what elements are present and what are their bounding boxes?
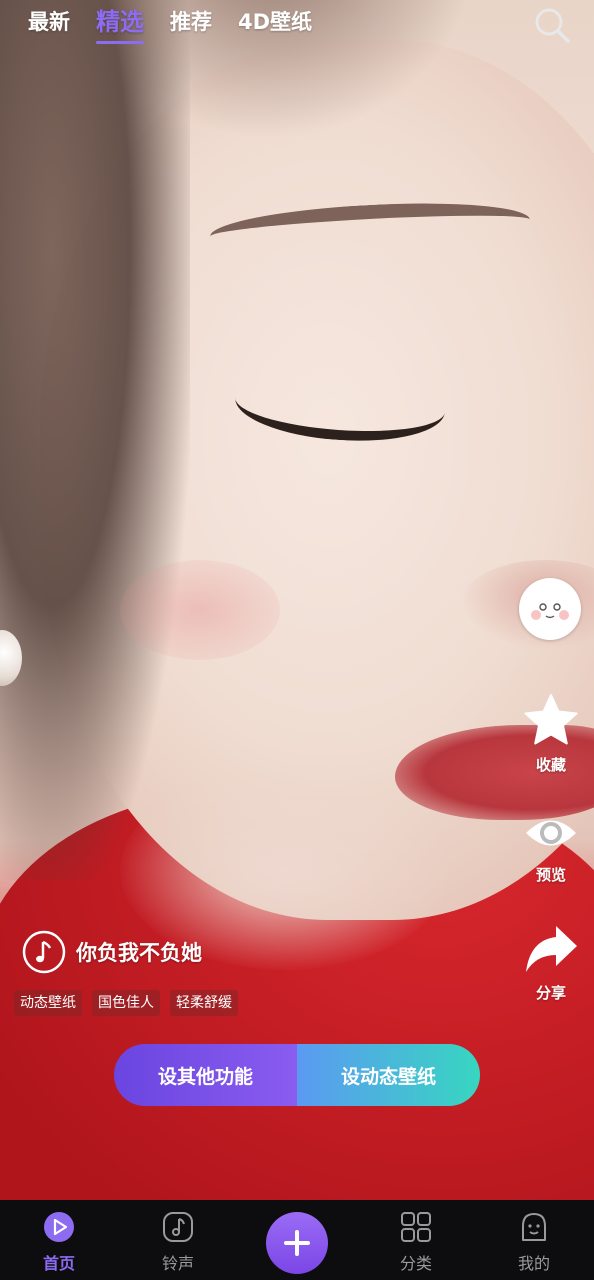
profile-icon: [522, 1213, 546, 1241]
tag-list: 动态壁纸 国色佳人 轻柔舒缓: [14, 990, 238, 1016]
set-wallpaper-button-group: 设其他功能 设动态壁纸: [114, 1044, 480, 1106]
play-home-icon: [44, 1212, 74, 1242]
set-live-wallpaper-button[interactable]: 设动态壁纸: [297, 1044, 480, 1106]
wallpaper-cheek: [120, 560, 280, 660]
nav-ringtone-label: 铃声: [161, 1254, 194, 1273]
music-note-icon: [163, 1212, 193, 1242]
music-info[interactable]: 你负我不负她: [22, 930, 202, 974]
top-tab-bar: 最新 精选 推荐 4D壁纸: [28, 6, 312, 44]
tab-featured[interactable]: 精选: [96, 6, 144, 44]
nav-ringtone[interactable]: 铃声: [138, 1210, 218, 1274]
grid-icon: [401, 1212, 431, 1242]
nav-mine-label: 我的: [517, 1254, 550, 1273]
star-icon: [524, 694, 578, 745]
search-icon[interactable]: [533, 6, 571, 44]
nav-category[interactable]: 分类: [376, 1210, 456, 1274]
tag-item[interactable]: 轻柔舒缓: [170, 990, 238, 1016]
share-button[interactable]: 分享: [511, 922, 591, 1003]
smiley-face-icon[interactable]: [519, 578, 581, 640]
tab-4d-wallpaper[interactable]: 4D壁纸: [238, 6, 312, 38]
set-other-function-button[interactable]: 设其他功能: [114, 1044, 297, 1106]
add-button[interactable]: [266, 1212, 328, 1274]
favorite-button[interactable]: 收藏: [511, 692, 591, 775]
preview-button[interactable]: 预览: [511, 808, 591, 885]
music-title: 你负我不负她: [76, 941, 202, 965]
nav-home-label: 首页: [42, 1254, 75, 1273]
nav-category-label: 分类: [399, 1254, 432, 1273]
nav-home[interactable]: 首页: [19, 1210, 99, 1274]
share-label: 分享: [535, 984, 566, 1002]
favorite-label: 收藏: [535, 756, 566, 774]
tag-item[interactable]: 国色佳人: [92, 990, 160, 1016]
tag-item[interactable]: 动态壁纸: [14, 990, 82, 1016]
plus-icon: [284, 1230, 310, 1256]
share-arrow-icon: [526, 926, 577, 972]
music-note-icon: [22, 930, 66, 974]
preview-label: 预览: [535, 866, 566, 884]
tab-recommended[interactable]: 推荐: [170, 6, 212, 38]
nav-mine[interactable]: 我的: [494, 1210, 574, 1274]
eye-icon: [526, 820, 576, 846]
tab-latest[interactable]: 最新: [28, 6, 70, 38]
wallpaper-preview[interactable]: [0, 0, 594, 1200]
